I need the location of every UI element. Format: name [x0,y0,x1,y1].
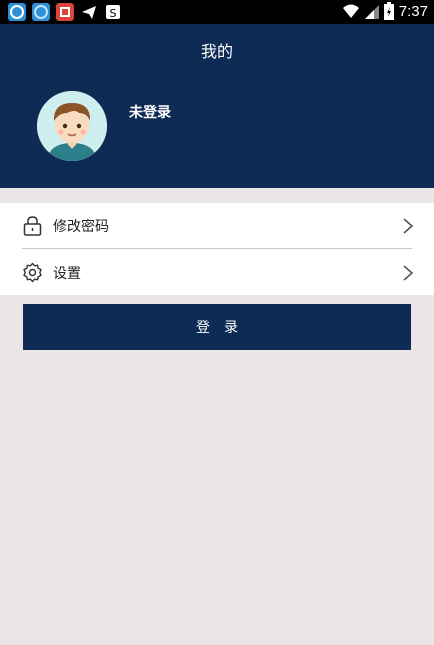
status-bar: S 7:37 [0,0,434,24]
chevron-right-icon [403,265,414,281]
login-button[interactable]: 登录 [23,304,411,350]
notification-icons: S [8,3,122,21]
menu-item-label: 修改密码 [53,219,109,235]
lock-icon [23,216,42,236]
menu-item-label: 设置 [53,266,81,282]
divider [22,248,412,249]
system-status: 7:37 [342,2,428,20]
login-status-label[interactable]: 未登录 [129,102,171,122]
clock: 7:37 [398,2,428,20]
profile-header: 我的 未登录 [0,24,434,188]
telegram-icon [80,3,98,21]
menu-item-settings[interactable]: 设置 [0,250,434,295]
signal-icon [364,5,379,19]
menu-item-change-password[interactable]: 修改密码 [0,203,434,248]
page-title: 我的 [200,42,233,61]
battery-icon [383,2,394,20]
chevron-right-icon [403,218,414,234]
gear-icon [23,262,42,283]
avatar-boy-icon [37,91,107,161]
avatar[interactable] [37,91,107,161]
app-icon-3 [56,3,74,21]
app-icon-1 [8,3,26,21]
wifi-icon [342,4,359,18]
app-icon-s: S [104,3,122,21]
menu-list: 修改密码 设置 [0,203,434,295]
svg-text:S: S [110,7,117,20]
app-icon-2 [32,3,50,21]
